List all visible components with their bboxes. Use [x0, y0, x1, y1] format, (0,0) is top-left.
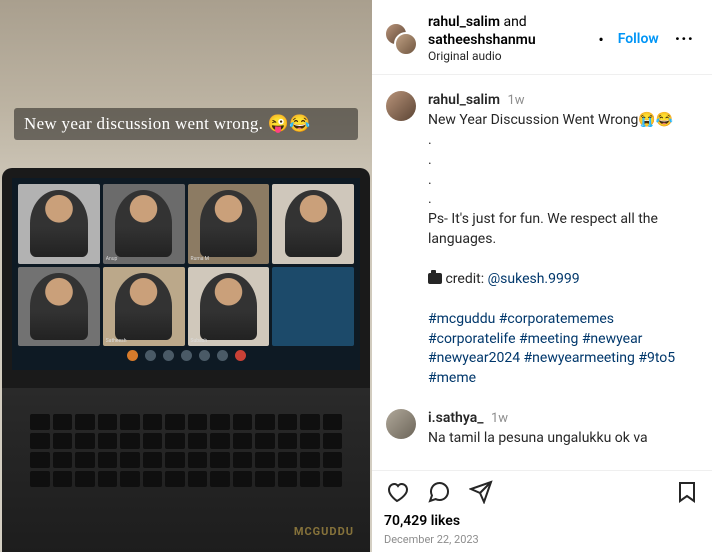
- control-icon: [199, 350, 210, 361]
- audio-label[interactable]: Original audio: [428, 49, 588, 64]
- like-count[interactable]: 70,429 likes: [384, 513, 700, 529]
- caption-text: rahul_salim 1w New Year Discussion Went …: [428, 91, 698, 389]
- control-icon: [217, 350, 228, 361]
- bookmark-icon: [675, 480, 699, 504]
- comment-time: 1w: [491, 411, 508, 426]
- follow-button[interactable]: Follow: [618, 31, 659, 47]
- credit-mention[interactable]: @sukesh.9999: [488, 271, 580, 287]
- hangup-icon: [235, 350, 246, 361]
- author-username[interactable]: rahul_salim: [428, 14, 500, 30]
- participant-tile: [103, 184, 185, 264]
- post-media[interactable]: New year discussion went wrong. 😜😂: [0, 0, 372, 552]
- avatar[interactable]: [386, 409, 416, 439]
- participant-tile: [272, 267, 354, 347]
- participant-tile: [188, 184, 270, 264]
- heart-icon: [385, 480, 409, 504]
- avatar-stack[interactable]: [384, 22, 418, 56]
- laptop-screen: [2, 168, 370, 388]
- avatar: [394, 32, 418, 56]
- participant-tile: [188, 267, 270, 347]
- action-row: [384, 479, 700, 505]
- save-button[interactable]: [674, 479, 700, 505]
- hashtags[interactable]: #mcguddu #corporatememes #corporatelife …: [428, 311, 675, 387]
- comment-username[interactable]: i.sathya_: [428, 410, 483, 426]
- post-date: December 22, 2023: [384, 533, 700, 546]
- comment-row: i.sathya_ 1w Na tamil la pesuna ungalukk…: [372, 399, 712, 459]
- avatar[interactable]: [386, 91, 416, 121]
- video-call-grid: [18, 184, 354, 346]
- caption-username[interactable]: rahul_salim: [428, 92, 500, 108]
- caption-time: 1w: [507, 93, 524, 108]
- participant-tile: [103, 267, 185, 347]
- share-button[interactable]: [468, 479, 494, 505]
- watermark: MCGUDDU: [294, 525, 354, 538]
- post-sidebar: rahul_salim and satheeshshanmu Original …: [372, 0, 712, 552]
- laptop-graphic: [2, 168, 370, 552]
- post-body: rahul_salim 1w New Year Discussion Went …: [372, 74, 712, 470]
- author-names: rahul_salim and satheeshshanmu Original …: [428, 14, 588, 64]
- instagram-post: New year discussion went wrong. 😜😂: [0, 0, 712, 552]
- comment-icon: [427, 480, 451, 504]
- call-controls: [18, 346, 354, 364]
- control-icon: [145, 350, 156, 361]
- participant-tile: [18, 267, 100, 347]
- participant-tile: [18, 184, 100, 264]
- comment-text: i.sathya_ 1w Na tamil la pesuna ungalukk…: [428, 409, 648, 449]
- post-actions: 70,429 likes December 22, 2023: [372, 470, 712, 552]
- comment-button[interactable]: [426, 479, 452, 505]
- caption-row: rahul_salim 1w New Year Discussion Went …: [372, 81, 712, 399]
- post-header: rahul_salim and satheeshshanmu Original …: [372, 0, 712, 74]
- share-icon: [469, 480, 493, 504]
- participant-tile: [272, 184, 354, 264]
- like-button[interactable]: [384, 479, 410, 505]
- video-caption-overlay: New year discussion went wrong. 😜😂: [14, 108, 358, 140]
- control-icon: [127, 350, 138, 361]
- more-options-button[interactable]: ···: [669, 29, 700, 50]
- coauthor-username[interactable]: satheeshshanmu: [428, 32, 588, 50]
- control-icon: [163, 350, 174, 361]
- camera-icon: [428, 273, 442, 284]
- control-icon: [181, 350, 192, 361]
